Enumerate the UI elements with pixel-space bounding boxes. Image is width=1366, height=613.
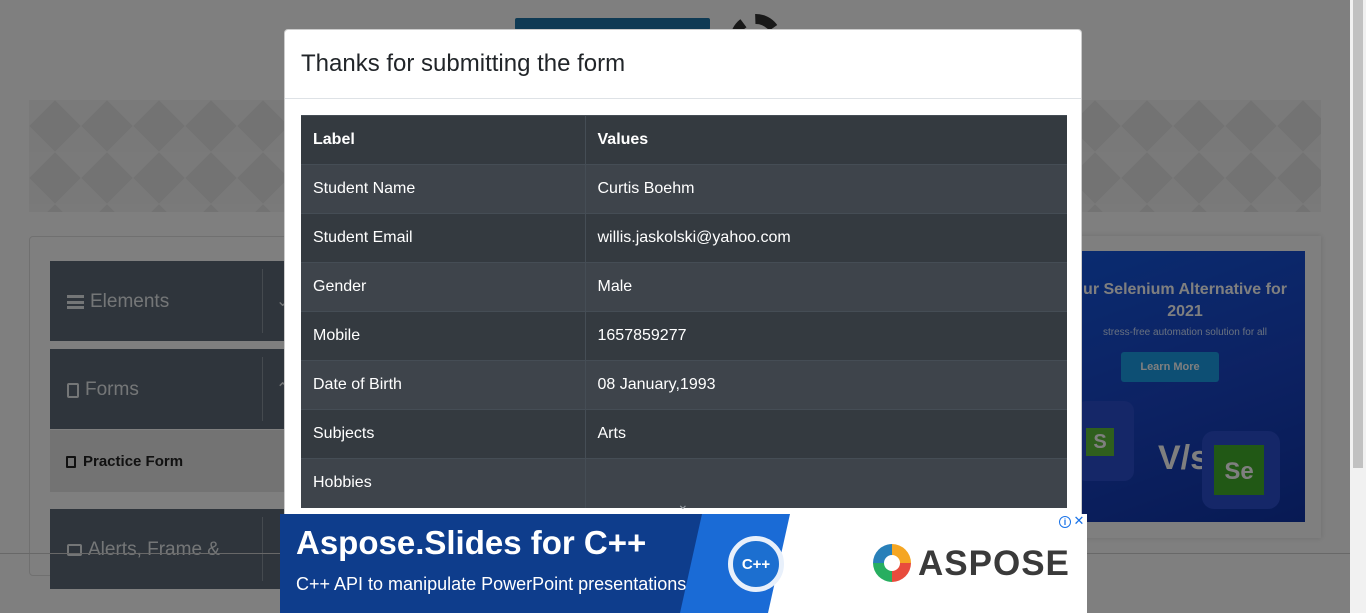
modal-body: Label Values Student Name Curtis Boehm S… (285, 99, 1081, 524)
table-row: Gender Male (301, 262, 1067, 312)
info-icon[interactable]: i (1059, 515, 1071, 528)
cpp-logo-icon: C++ (728, 536, 784, 592)
row-label: Date of Birth (301, 360, 586, 410)
ad-description: C++ API to manipulate PowerPoint present… (296, 574, 687, 594)
row-value: 1657859277 (585, 311, 1067, 361)
row-label: Student Name (301, 164, 586, 214)
scrollbar-thumb[interactable] (1353, 0, 1363, 468)
row-label: Student Email (301, 213, 586, 263)
row-label: Hobbies (301, 458, 586, 508)
modal-header: Thanks for submitting the form (285, 30, 1081, 99)
row-label: Gender (301, 262, 586, 312)
row-value: Curtis Boehm (585, 164, 1067, 214)
cpp-logo-text: C++ (741, 555, 771, 573)
page-scrollbar[interactable] (1350, 0, 1366, 613)
table-row: Student Email willis.jaskolski@yahoo.com (301, 213, 1067, 263)
results-table: Label Values Student Name Curtis Boehm S… (301, 115, 1067, 508)
column-header-values: Values (585, 115, 1067, 165)
row-label: Mobile (301, 311, 586, 361)
row-value: Arts (585, 409, 1067, 459)
chevron-down-icon: ⌄ (677, 496, 689, 512)
row-value: Male (585, 262, 1067, 312)
bottom-ad-banner[interactable]: Aspose.Slides for C++ C++ API to manipul… (280, 514, 1087, 613)
row-label: Subjects (301, 409, 586, 459)
table-row: Date of Birth 08 January,1993 (301, 360, 1067, 410)
table-row: Mobile 1657859277 (301, 311, 1067, 361)
ad-title: Aspose.Slides for C++ (296, 524, 647, 561)
close-icon[interactable]: ✕ (1073, 514, 1085, 528)
table-row: Subjects Arts (301, 409, 1067, 459)
column-header-label: Label (301, 115, 586, 165)
aspose-logo-icon (873, 544, 911, 582)
modal-title: Thanks for submitting the form (301, 50, 626, 77)
table-header-row: Label Values (301, 115, 1067, 165)
table-row: Student Name Curtis Boehm (301, 164, 1067, 214)
row-value: 08 January,1993 (585, 360, 1067, 410)
ad-choices[interactable]: i ✕ (1057, 514, 1087, 529)
row-value: willis.jaskolski@yahoo.com (585, 213, 1067, 263)
row-value (585, 458, 1067, 508)
aspose-brand-text: ASPOSE (918, 544, 1070, 583)
